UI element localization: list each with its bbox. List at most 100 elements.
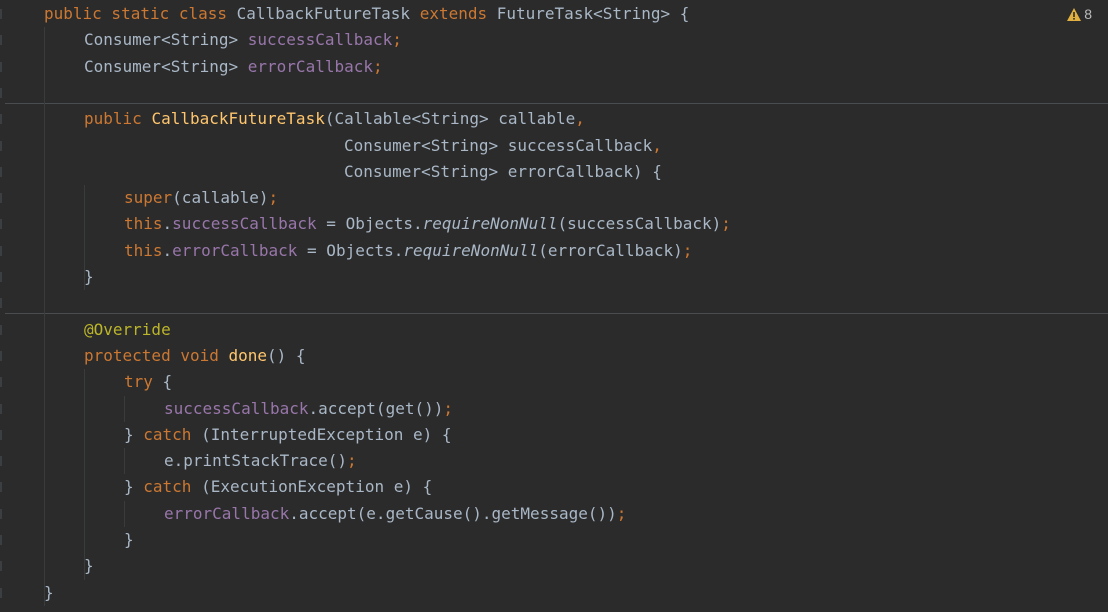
code-token: ; xyxy=(392,30,402,50)
gutter-marker xyxy=(0,114,2,125)
code-token: { xyxy=(162,372,173,392)
code-token: catch xyxy=(143,424,202,444)
gutter-marker xyxy=(0,403,2,414)
code-line[interactable]: this.errorCallback = Objects.requireNonN… xyxy=(124,238,692,264)
code-token: FutureTask<String> { xyxy=(496,4,690,23)
method-separator xyxy=(5,102,1108,104)
code-token: e.printStackTrace() xyxy=(164,451,348,471)
code-line[interactable]: successCallback.accept(get()); xyxy=(164,396,453,422)
gutter-marker xyxy=(0,561,2,572)
indent-guide xyxy=(124,500,125,527)
code-token: , xyxy=(652,135,662,155)
code-line[interactable]: Consumer<String> errorCallback; xyxy=(84,54,383,80)
code-token: protected void xyxy=(84,345,229,365)
gutter-marker xyxy=(0,482,2,493)
code-token: } xyxy=(124,424,144,444)
code-token: ; xyxy=(373,56,383,76)
code-token: . xyxy=(162,214,173,234)
code-line[interactable]: } xyxy=(124,527,134,553)
code-token: ; xyxy=(268,188,279,208)
gutter-marker xyxy=(0,429,2,440)
code-token: Consumer<String> xyxy=(84,56,248,76)
gutter-marker xyxy=(0,219,2,230)
code-token: (Callable<String> callable xyxy=(324,109,576,129)
gutter-marker xyxy=(0,324,2,335)
code-line[interactable]: e.printStackTrace(); xyxy=(164,448,357,474)
indent-guide xyxy=(124,448,125,475)
gutter-marker xyxy=(0,61,2,72)
warning-count: 8 xyxy=(1084,6,1092,22)
code-token: errorCallback xyxy=(247,56,373,76)
code-line[interactable]: try { xyxy=(124,369,172,395)
code-token: .accept(e.getCause().getMessage()) xyxy=(289,503,617,523)
code-line[interactable]: Consumer<String> errorCallback) { xyxy=(344,159,662,185)
code-token: @Override xyxy=(84,319,171,339)
code-token: (callable) xyxy=(172,188,269,208)
code-token: requireNonNull xyxy=(403,240,539,260)
code-token: successCallback xyxy=(164,398,309,418)
code-token: public static class xyxy=(44,4,237,23)
gutter-marker xyxy=(0,298,2,309)
gutter-marker xyxy=(0,245,2,256)
warning-icon xyxy=(1067,7,1082,21)
indent-guide xyxy=(84,369,85,580)
code-token: public xyxy=(84,109,152,129)
code-token: ; xyxy=(616,503,627,523)
code-token: } xyxy=(84,556,94,576)
code-token: } xyxy=(44,582,54,602)
code-line[interactable]: protected void done() { xyxy=(84,343,306,369)
code-token: , xyxy=(575,109,585,129)
code-token: this xyxy=(124,240,163,260)
gutter-marker xyxy=(0,377,2,388)
gutter-marker xyxy=(0,166,2,177)
code-line[interactable]: Consumer<String> successCallback; xyxy=(84,27,402,53)
code-token: CallbackFutureTask xyxy=(236,4,420,23)
code-line[interactable]: } catch (ExecutionException e) { xyxy=(124,474,432,500)
code-token: errorCallback xyxy=(164,503,290,523)
code-token: } xyxy=(124,530,134,549)
code-token: Consumer<String> errorCallback) { xyxy=(344,161,662,181)
code-line[interactable]: public static class CallbackFutureTask e… xyxy=(44,1,689,27)
gutter-marker xyxy=(0,87,2,98)
code-token: this xyxy=(124,214,163,234)
code-token: ; xyxy=(721,214,731,234)
code-token: errorCallback xyxy=(172,240,298,260)
code-token: done xyxy=(228,345,268,365)
code-line[interactable]: } xyxy=(44,580,54,606)
code-token: Consumer<String> xyxy=(84,30,248,50)
code-line[interactable]: } xyxy=(84,264,94,290)
code-token: (errorCallback) xyxy=(538,240,683,260)
gutter-marker xyxy=(0,35,2,46)
code-line[interactable]: } catch (InterruptedException e) { xyxy=(124,422,452,448)
code-token: .accept(get()) xyxy=(308,398,444,418)
code-token: Consumer<String> successCallback xyxy=(344,135,653,155)
code-token: successCallback xyxy=(172,214,317,234)
gutter-marker xyxy=(0,508,2,519)
code-line[interactable]: } xyxy=(84,553,94,579)
code-token: (ExecutionException e) { xyxy=(201,477,433,497)
gutter-marker xyxy=(0,9,2,19)
code-token: () { xyxy=(267,345,306,365)
gutter-marker xyxy=(0,140,2,151)
code-token: = Objects. xyxy=(297,240,404,260)
code-line[interactable]: errorCallback.accept(e.getCause().getMes… xyxy=(164,501,626,527)
code-editor[interactable]: 8 public static class CallbackFutureTask… xyxy=(0,0,1108,612)
code-token: . xyxy=(162,240,173,260)
code-line[interactable]: Consumer<String> successCallback, xyxy=(344,133,662,159)
code-line[interactable]: super(callable); xyxy=(124,185,278,211)
gutter-marker xyxy=(0,456,2,467)
code-line[interactable]: this.successCallback = Objects.requireNo… xyxy=(124,211,731,237)
indent-guide xyxy=(124,395,125,422)
code-line[interactable]: public CallbackFutureTask(Callable<Strin… xyxy=(84,106,585,132)
gutter-marker xyxy=(0,350,2,361)
code-token: ; xyxy=(682,240,693,260)
warning-indicator[interactable]: 8 xyxy=(1067,4,1092,24)
code-token: super xyxy=(124,188,173,208)
indent-guide xyxy=(44,27,45,606)
code-token: ; xyxy=(347,451,357,471)
gutter-marker xyxy=(0,272,2,282)
code-token: } xyxy=(124,477,144,497)
code-line[interactable]: @Override xyxy=(84,317,171,343)
code-token: requireNonNull xyxy=(422,214,558,234)
gutter-marker xyxy=(0,587,2,598)
